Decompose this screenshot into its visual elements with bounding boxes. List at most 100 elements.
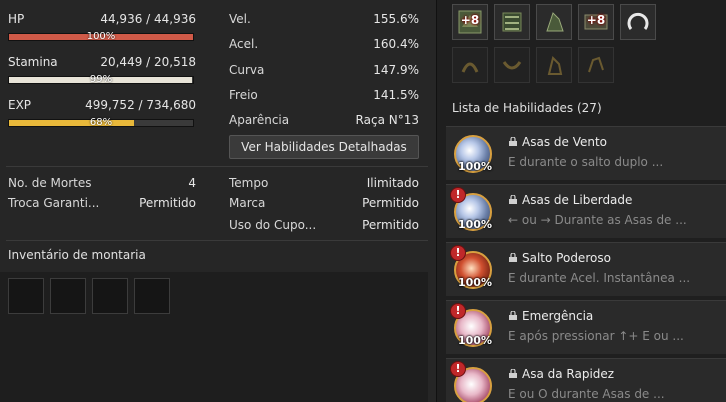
info-deaths: No. de Mortes 4 bbox=[8, 176, 196, 192]
skill-percent: 100% bbox=[458, 276, 492, 289]
empty-horseshoe-slot-icon bbox=[588, 56, 604, 73]
info-label: Uso do Cupo... bbox=[229, 218, 317, 232]
skill-item[interactable]: ! Asa da Rapidez E ou O durante Asas de … bbox=[446, 358, 726, 402]
skill-desc: ← ou → Durante as Asas de ... bbox=[508, 213, 687, 227]
enhance-level: +8 bbox=[586, 13, 606, 27]
skill-desc: E ou O durante Asas de ... bbox=[508, 387, 665, 401]
barding-gear-slot[interactable] bbox=[536, 4, 572, 40]
hp-value: 44,936 / 44,936 bbox=[100, 12, 196, 26]
empty-horseshoe-slot[interactable] bbox=[578, 47, 614, 83]
skill-desc: E durante Acel. Instantânea ... bbox=[508, 271, 691, 285]
empty-stirrup-slot[interactable] bbox=[494, 47, 530, 83]
horseshoe-gear-slot[interactable]: +8 bbox=[578, 4, 614, 40]
info-label: No. de Mortes bbox=[8, 176, 92, 190]
saddle-gear-slot[interactable]: +8 bbox=[452, 4, 488, 40]
skill-item[interactable]: ! 100% Emergência E após pressionar ↑+ E… bbox=[446, 300, 726, 354]
barding-gear-icon bbox=[546, 12, 564, 32]
inventory-slot[interactable] bbox=[134, 278, 170, 314]
skill-name: Asa da Rapidez bbox=[522, 367, 615, 381]
stamina-row: Stamina 20,449 / 20,518 bbox=[8, 55, 196, 69]
info-coupon: Uso do Cupo... Permitido bbox=[229, 218, 419, 234]
skills-list-title: Lista de Habilidades (27) bbox=[452, 101, 602, 115]
info-brand: Marca Permitido bbox=[229, 196, 419, 212]
info-value: 4 bbox=[188, 176, 196, 190]
enhance-level: +8 bbox=[460, 13, 480, 27]
skill-percent: 100% bbox=[458, 160, 492, 173]
stirrups-gear-slot[interactable] bbox=[494, 4, 530, 40]
skill-name: Asas de Liberdade bbox=[522, 193, 633, 207]
info-value: Permitido bbox=[362, 218, 419, 232]
inventory-title: Inventário de montaria bbox=[8, 248, 146, 262]
stamina-percent: 99% bbox=[89, 74, 113, 85]
attr-value: 155.6% bbox=[373, 12, 419, 26]
skill-name-row: Asas de Liberdade bbox=[508, 193, 632, 207]
info-trade: Troca Garanti... Permitido bbox=[8, 196, 196, 212]
alert-icon: ! bbox=[450, 303, 466, 319]
hp-row: HP 44,936 / 44,936 bbox=[8, 12, 196, 26]
info-time: Tempo Ilimitado bbox=[229, 176, 419, 192]
skill-name-row: Salto Poderoso bbox=[508, 251, 611, 265]
stamina-value: 20,449 / 20,518 bbox=[100, 55, 196, 69]
skill-item[interactable]: ! 100% Asas de Liberdade ← ou → Durante … bbox=[446, 184, 726, 238]
attr-acceleration: Acel. 160.4% bbox=[229, 37, 419, 53]
empty-barding-slot[interactable] bbox=[536, 47, 572, 83]
attr-value: Raça N°13 bbox=[355, 113, 419, 127]
empty-saddle-slot-icon bbox=[461, 62, 479, 73]
exp-value: 499,752 / 734,680 bbox=[85, 98, 196, 112]
alert-icon: ! bbox=[450, 245, 466, 261]
stamina-bar: 99% bbox=[8, 74, 194, 85]
inventory-slot[interactable] bbox=[50, 278, 86, 314]
hp-label: HP bbox=[8, 12, 25, 26]
inventory-slot[interactable] bbox=[8, 278, 44, 314]
info-value: Permitido bbox=[362, 196, 419, 210]
attr-value: 141.5% bbox=[373, 88, 419, 102]
horseshoe-ring-slot[interactable] bbox=[620, 4, 656, 40]
empty-stirrup-slot-icon bbox=[502, 61, 522, 70]
attr-turning: Curva 147.9% bbox=[229, 63, 419, 79]
stamina-label: Stamina bbox=[8, 55, 58, 69]
attr-appearance: Aparência Raça N°13 bbox=[229, 113, 419, 129]
skill-name: Emergência bbox=[522, 309, 594, 323]
attr-speed: Vel. 155.6% bbox=[229, 12, 419, 28]
section-divider bbox=[6, 240, 428, 241]
exp-row: EXP 499,752 / 734,680 bbox=[8, 98, 196, 112]
attr-brake: Freio 141.5% bbox=[229, 88, 419, 104]
attr-label: Acel. bbox=[229, 37, 259, 51]
hp-bar: 100% bbox=[8, 31, 194, 42]
horseshoe-ring-icon bbox=[627, 12, 649, 30]
info-label: Troca Garanti... bbox=[8, 196, 100, 210]
section-divider bbox=[6, 166, 428, 167]
exp-label: EXP bbox=[8, 98, 32, 112]
lock-icon bbox=[509, 311, 517, 320]
skill-percent: 100% bbox=[458, 334, 492, 347]
skill-item[interactable]: 100% Asas de Vento E durante o salto dup… bbox=[446, 126, 726, 180]
skill-item[interactable]: ! 100% Salto Poderoso E durante Acel. In… bbox=[446, 242, 726, 296]
lock-icon bbox=[509, 137, 517, 146]
lock-icon bbox=[509, 195, 517, 204]
lock-icon bbox=[509, 369, 517, 378]
skill-desc: E durante o salto duplo ... bbox=[508, 155, 664, 169]
exp-percent: 68% bbox=[89, 117, 113, 128]
skill-name: Salto Poderoso bbox=[522, 251, 611, 265]
attr-label: Aparência bbox=[229, 113, 290, 127]
info-label: Marca bbox=[229, 196, 266, 210]
skill-name: Asas de Vento bbox=[522, 135, 608, 149]
alert-icon: ! bbox=[450, 361, 466, 377]
alert-icon: ! bbox=[450, 187, 466, 203]
skill-desc: E após pressionar ↑+ E ou ... bbox=[508, 329, 684, 343]
info-value: Ilimitado bbox=[366, 176, 419, 190]
skill-name-row: Asa da Rapidez bbox=[508, 367, 614, 381]
info-label: Tempo bbox=[229, 176, 269, 190]
attr-label: Vel. bbox=[229, 12, 251, 26]
skill-name-row: Asas de Vento bbox=[508, 135, 607, 149]
stirrups-gear-icon bbox=[502, 12, 522, 32]
view-detailed-skills-button[interactable]: Ver Habilidades Detalhadas bbox=[229, 135, 419, 159]
empty-barding-slot-icon bbox=[547, 56, 563, 75]
inventory-slot[interactable] bbox=[92, 278, 128, 314]
attr-value: 147.9% bbox=[373, 63, 419, 77]
skill-percent: 100% bbox=[458, 218, 492, 231]
exp-bar: 68% bbox=[8, 117, 194, 128]
empty-saddle-slot[interactable] bbox=[452, 47, 488, 83]
attr-label: Curva bbox=[229, 63, 265, 77]
skill-name-row: Emergência bbox=[508, 309, 593, 323]
